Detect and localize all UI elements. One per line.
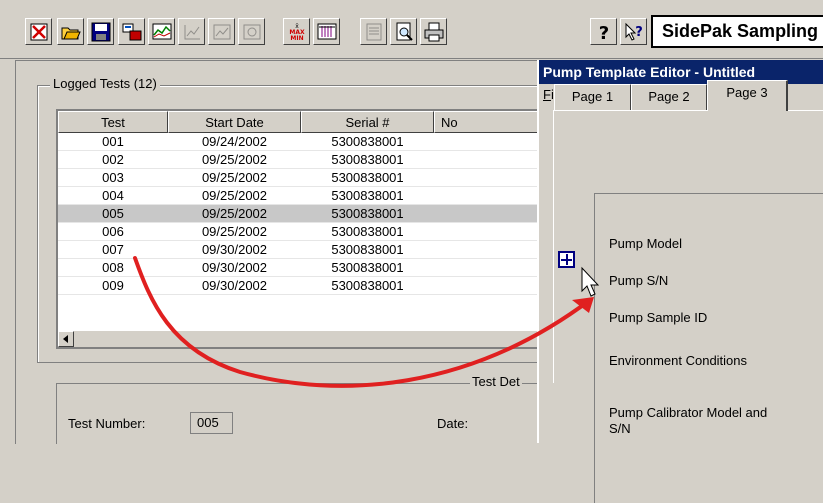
logged-tests-table: Test Start Date Serial # No 001 09/24/200… bbox=[56, 109, 537, 349]
cell-serial: 5300838001 bbox=[331, 188, 404, 203]
help-button[interactable]: ? bbox=[590, 18, 617, 45]
svg-text:MIN: MIN bbox=[290, 35, 303, 42]
cell-start-date: 09/25/2002 bbox=[201, 170, 268, 185]
add-field-plus-icon[interactable] bbox=[558, 251, 575, 268]
cell-start-date: 09/25/2002 bbox=[201, 152, 268, 167]
table-button[interactable] bbox=[313, 18, 340, 45]
field-pump-sn[interactable]: Pump S/N bbox=[609, 273, 668, 288]
column-header-serial[interactable]: Serial # bbox=[301, 111, 434, 133]
column-header-test[interactable]: Test bbox=[58, 111, 168, 133]
table-row[interactable]: 004 09/25/2002 5300838001 bbox=[58, 187, 537, 205]
column-header-start-date[interactable]: Start Date bbox=[168, 111, 301, 133]
cell-start-date: 09/30/2002 bbox=[201, 242, 268, 257]
field-pump-model[interactable]: Pump Model bbox=[609, 236, 682, 251]
help-icon: ? bbox=[599, 23, 609, 42]
test-number-field[interactable]: 005 bbox=[190, 412, 233, 434]
cell-serial: 5300838001 bbox=[331, 206, 404, 221]
graph-zoom-button[interactable] bbox=[238, 18, 265, 45]
graph-zoom-icon bbox=[243, 24, 261, 40]
cell-test: 005 bbox=[102, 206, 124, 221]
svg-text:?: ? bbox=[635, 25, 643, 40]
row-divider bbox=[58, 294, 537, 295]
cell-test: 009 bbox=[102, 278, 124, 293]
horizontal-scrollbar[interactable] bbox=[58, 330, 537, 347]
cell-test: 008 bbox=[102, 260, 124, 275]
graph-button[interactable] bbox=[148, 18, 175, 45]
cell-start-date: 09/25/2002 bbox=[201, 206, 268, 221]
column-header-notes[interactable]: No bbox=[434, 111, 537, 133]
graph-icon bbox=[152, 23, 172, 40]
cell-serial: 5300838001 bbox=[331, 134, 404, 149]
save-disk-icon bbox=[91, 22, 111, 42]
open-folder-icon bbox=[61, 27, 81, 40]
test-details-title: Test Det bbox=[470, 374, 522, 389]
table-row[interactable]: 007 09/30/2002 5300838001 bbox=[58, 241, 537, 259]
tab-page-1[interactable]: Page 1 bbox=[554, 84, 631, 110]
field-pump-calibrator-sn[interactable]: S/N bbox=[609, 421, 631, 436]
menu-file-accelerator: F bbox=[543, 87, 551, 102]
table-row[interactable]: 008 09/30/2002 5300838001 bbox=[58, 259, 537, 277]
table-icon bbox=[317, 23, 337, 40]
cell-serial: 5300838001 bbox=[331, 224, 404, 239]
graph-settings-button[interactable] bbox=[208, 18, 235, 45]
cell-test: 001 bbox=[102, 134, 124, 149]
toolbar: x̄ MAX MIN ? ? SidePak Sampling bbox=[0, 0, 823, 59]
context-help-icon: ? bbox=[625, 22, 643, 41]
save-button[interactable] bbox=[87, 18, 114, 45]
date-label: Date: bbox=[437, 416, 469, 431]
cell-start-date: 09/25/2002 bbox=[201, 188, 268, 203]
cell-start-date: 09/25/2002 bbox=[201, 224, 268, 239]
context-help-button[interactable]: ? bbox=[620, 18, 647, 45]
delete-icon bbox=[30, 23, 48, 41]
open-button[interactable] bbox=[57, 18, 84, 45]
cell-serial: 5300838001 bbox=[331, 152, 404, 167]
graph-edit-button[interactable] bbox=[178, 18, 205, 45]
svg-text:?: ? bbox=[599, 23, 609, 42]
cell-test: 002 bbox=[102, 152, 124, 167]
cell-serial: 5300838001 bbox=[331, 278, 404, 293]
cell-test: 003 bbox=[102, 170, 124, 185]
cell-serial: 5300838001 bbox=[331, 260, 404, 275]
test-details-group bbox=[56, 383, 538, 444]
print-preview-icon bbox=[396, 22, 413, 41]
cell-start-date: 09/30/2002 bbox=[201, 278, 268, 293]
cell-test: 004 bbox=[102, 188, 124, 203]
field-pump-sample-id[interactable]: Pump Sample ID bbox=[609, 310, 707, 325]
table-row[interactable]: 005 09/25/2002 5300838001 bbox=[58, 205, 537, 223]
cell-start-date: 09/24/2002 bbox=[201, 134, 268, 149]
table-row[interactable]: 009 09/30/2002 5300838001 bbox=[58, 277, 537, 295]
table-row[interactable]: 003 09/25/2002 5300838001 bbox=[58, 169, 537, 187]
table-row[interactable]: 002 09/25/2002 5300838001 bbox=[58, 151, 537, 169]
print-preview-button[interactable] bbox=[390, 18, 417, 45]
download-button[interactable] bbox=[118, 18, 145, 45]
table-row[interactable]: 006 09/25/2002 5300838001 bbox=[58, 223, 537, 241]
field-environment-conditions[interactable]: Environment Conditions bbox=[609, 353, 747, 368]
graph-settings-icon bbox=[213, 24, 231, 40]
print-icon bbox=[424, 22, 444, 42]
app-title: SidePak Sampling bbox=[651, 15, 823, 48]
logged-tests-title: Logged Tests (12) bbox=[50, 76, 160, 91]
cell-test: 006 bbox=[102, 224, 124, 239]
download-data-icon bbox=[122, 23, 142, 41]
cell-serial: 5300838001 bbox=[331, 242, 404, 257]
statistics-icon: x̄ MAX MIN bbox=[289, 23, 305, 42]
graph-edit-icon bbox=[184, 25, 200, 40]
arrow-left-icon bbox=[63, 335, 68, 343]
field-pump-calibrator-model[interactable]: Pump Calibrator Model and bbox=[609, 405, 767, 420]
report-setup-icon bbox=[366, 23, 382, 41]
cell-serial: 5300838001 bbox=[331, 170, 404, 185]
cell-start-date: 09/30/2002 bbox=[201, 260, 268, 275]
cell-test: 007 bbox=[102, 242, 124, 257]
delete-button[interactable] bbox=[25, 18, 52, 45]
scroll-left-button[interactable] bbox=[58, 331, 74, 347]
table-row[interactable]: 001 09/24/2002 5300838001 bbox=[58, 133, 537, 151]
table-header: Test Start Date Serial # No bbox=[58, 111, 537, 133]
statistics-button[interactable]: x̄ MAX MIN bbox=[283, 18, 310, 45]
print-button[interactable] bbox=[420, 18, 447, 45]
test-number-label: Test Number: bbox=[68, 416, 146, 431]
tab-page-2[interactable]: Page 2 bbox=[631, 84, 707, 110]
report-setup-button[interactable] bbox=[360, 18, 387, 45]
tab-page-3[interactable]: Page 3 bbox=[707, 80, 788, 111]
